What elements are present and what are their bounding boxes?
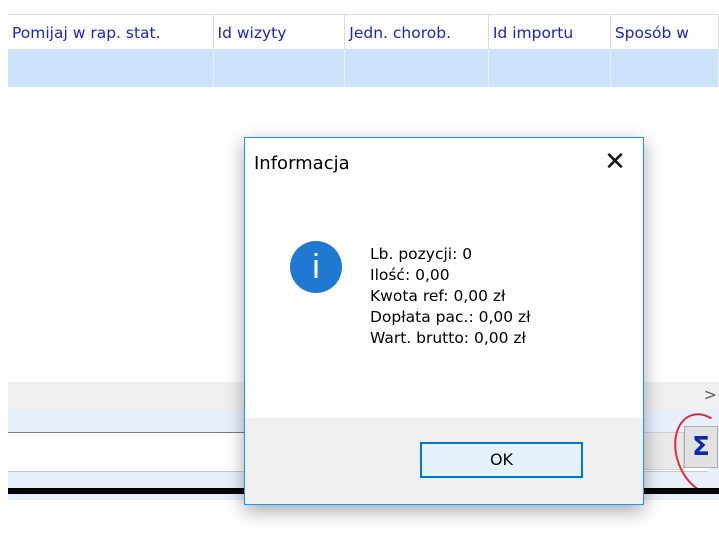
column-header-jedn-chorob[interactable]: Jedn. chorob. — [345, 15, 489, 49]
column-header-id-importu[interactable]: Id importu — [489, 15, 611, 49]
table-cell[interactable] — [610, 49, 719, 87]
table-cell[interactable] — [8, 49, 214, 87]
information-dialog: Informacja ✕ i Lb. pozycji: 0 Ilość: 0,0… — [244, 137, 644, 505]
scroll-right-icon[interactable]: > — [704, 385, 717, 404]
line-item-count: Lb. pozycji: 0 — [370, 245, 473, 263]
ok-button[interactable]: OK — [420, 442, 583, 478]
table-cell[interactable] — [488, 49, 611, 87]
dialog-footer: OK — [245, 418, 643, 504]
dialog-message: Lb. pozycji: 0 Ilość: 0,00 Kwota ref: 0,… — [370, 244, 531, 349]
line-refund-amount: Kwota ref: 0,00 zł — [370, 287, 506, 305]
column-header-id-wizyty[interactable]: Id wizyty — [214, 15, 346, 49]
column-header-sposob[interactable]: Sposób w — [611, 15, 719, 49]
table-cell[interactable] — [345, 49, 489, 87]
grid-header: Pomijaj w rap. stat. Id wizyty Jedn. cho… — [8, 14, 719, 50]
line-gross-value: Wart. brutto: 0,00 zł — [370, 329, 526, 347]
table-row[interactable] — [8, 49, 719, 87]
line-patient-surcharge: Dopłata pac.: 0,00 zł — [370, 308, 531, 326]
info-icon: i — [290, 241, 342, 293]
close-icon[interactable]: ✕ — [601, 148, 629, 176]
column-header-pomijaj[interactable]: Pomijaj w rap. stat. — [8, 15, 214, 49]
table-cell[interactable] — [213, 49, 346, 87]
line-quantity: Ilość: 0,00 — [370, 266, 450, 284]
dialog-title: Informacja — [254, 153, 350, 174]
